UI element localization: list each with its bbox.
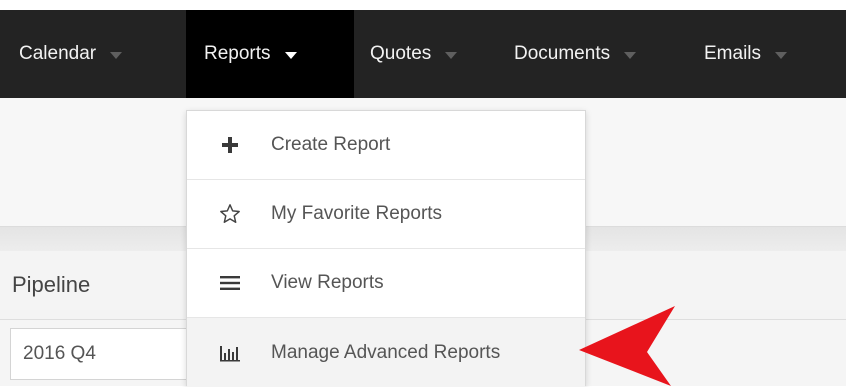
menu-item-label: Manage Advanced Reports bbox=[271, 341, 501, 363]
nav-item-documents[interactable]: Documents bbox=[514, 10, 704, 98]
menu-item-label: View Reports bbox=[271, 272, 384, 293]
reports-dropdown-menu: Create Report My Favorite Reports View R… bbox=[186, 110, 586, 387]
nav-item-emails[interactable]: Emails bbox=[704, 10, 846, 98]
nav-item-reports[interactable]: Reports bbox=[186, 10, 354, 98]
nav-item-calendar[interactable]: Calendar bbox=[0, 10, 186, 98]
list-icon bbox=[215, 275, 245, 291]
menu-item-create-report[interactable]: Create Report bbox=[187, 111, 585, 180]
nav-item-label: Documents bbox=[514, 43, 611, 64]
menu-item-label: Create Report bbox=[271, 134, 391, 155]
period-select[interactable]: 2016 Q4 bbox=[10, 328, 188, 380]
menu-item-manage-advanced-reports[interactable]: Manage Advanced Reports bbox=[187, 318, 585, 387]
nav-item-label: Calendar bbox=[19, 43, 97, 64]
nav-item-label: Emails bbox=[704, 43, 762, 64]
bar-chart-icon bbox=[215, 344, 245, 362]
chevron-down-icon[interactable] bbox=[284, 51, 297, 59]
red-arrow-pointer bbox=[579, 306, 675, 386]
pipeline-label: Pipeline bbox=[12, 272, 91, 297]
chevron-down-icon[interactable] bbox=[110, 51, 123, 59]
nav-item-label: Quotes bbox=[370, 43, 432, 64]
period-select-value: 2016 Q4 bbox=[23, 343, 96, 364]
nav-item-label: Reports bbox=[204, 43, 271, 64]
plus-icon bbox=[215, 136, 245, 154]
nav-item-quotes[interactable]: Quotes bbox=[354, 10, 514, 98]
menu-item-my-favorite-reports[interactable]: My Favorite Reports bbox=[187, 180, 585, 249]
chevron-down-icon[interactable] bbox=[445, 51, 458, 59]
chevron-down-icon[interactable] bbox=[624, 51, 637, 59]
star-icon bbox=[215, 203, 245, 225]
menu-item-view-reports[interactable]: View Reports bbox=[187, 249, 585, 318]
main-nav: Calendar Reports Quotes Documents Emails bbox=[0, 10, 846, 98]
menu-item-label: My Favorite Reports bbox=[271, 203, 443, 224]
top-strip bbox=[0, 0, 846, 10]
chevron-down-icon[interactable] bbox=[775, 51, 788, 59]
